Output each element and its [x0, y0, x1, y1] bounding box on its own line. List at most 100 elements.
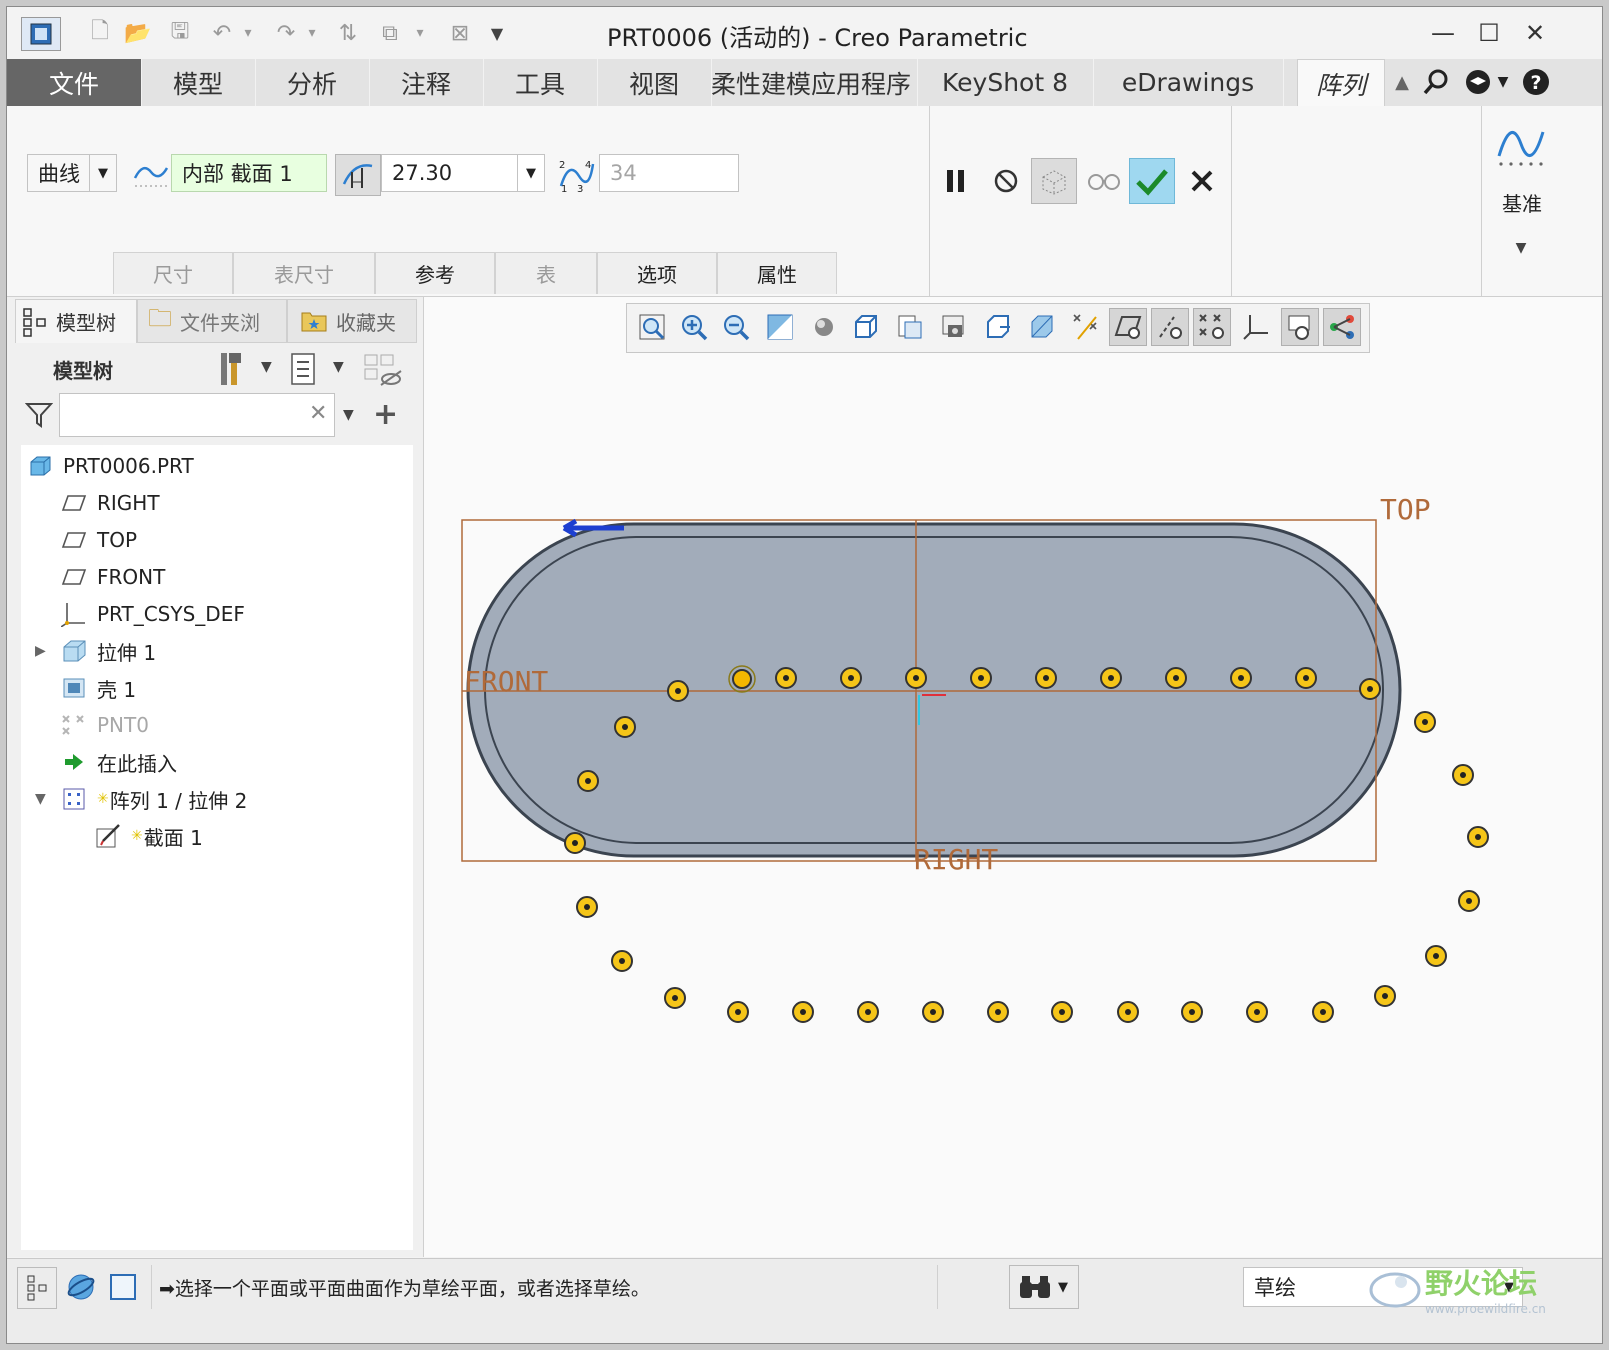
- menu-keyshot[interactable]: KeyShot 8: [917, 59, 1094, 106]
- open-file-icon[interactable]: 📂: [123, 17, 153, 49]
- tab-model-tree[interactable]: 模型树: [15, 299, 137, 343]
- pattern-type-dropdown[interactable]: 曲线 ▼: [27, 154, 117, 192]
- tab-favorites[interactable]: 收藏夹: [287, 299, 417, 343]
- search-icon[interactable]: [1419, 65, 1453, 99]
- undo-dropdown-icon[interactable]: ▾: [239, 17, 257, 49]
- no-preview-icon[interactable]: [983, 158, 1029, 204]
- menu-applications[interactable]: 应用程序: [811, 59, 918, 106]
- tree-node-pattern[interactable]: ▼ ✳ 阵列 1 / 拉伸 2: [35, 782, 247, 816]
- navigator-toggle-icon[interactable]: [17, 1267, 57, 1309]
- menu-flexible-modeling[interactable]: 柔性建模: [711, 59, 811, 106]
- annotation-display-icon[interactable]: [1281, 308, 1319, 346]
- datum-group-label[interactable]: 基准: [1497, 188, 1547, 217]
- section-view-icon[interactable]: [1023, 308, 1061, 346]
- spacing-mode-icon[interactable]: [335, 154, 381, 196]
- saved-orientations-icon[interactable]: [847, 308, 885, 346]
- tree-node-section[interactable]: ✳ 截面 1: [95, 819, 203, 853]
- save-icon[interactable]: 🖫: [165, 17, 195, 49]
- undo-icon[interactable]: ↶: [207, 17, 237, 49]
- fullscreen-toggle-icon[interactable]: [107, 1269, 139, 1305]
- spin-center-icon[interactable]: [979, 308, 1017, 346]
- search-dropdown-icon[interactable]: ▼: [343, 407, 354, 423]
- app-menu-icon[interactable]: [21, 17, 61, 51]
- menu-annotate[interactable]: 注释: [369, 59, 484, 106]
- tree-node-insert-here[interactable]: 在此插入: [61, 745, 177, 779]
- reference-section-field[interactable]: 内部 截面 1: [171, 154, 327, 192]
- point-display-icon[interactable]: [1193, 308, 1231, 346]
- view-manager-icon[interactable]: [891, 308, 929, 346]
- zoom-out-icon[interactable]: [717, 308, 755, 346]
- menu-file[interactable]: 文件: [7, 59, 142, 106]
- geometry-preview-icon[interactable]: [1031, 158, 1077, 204]
- show-dropdown-icon[interactable]: ▼: [333, 359, 344, 375]
- subtab-table-dimensions[interactable]: 表尺寸: [233, 252, 375, 294]
- pause-icon[interactable]: [933, 158, 979, 204]
- menu-model[interactable]: 模型: [141, 59, 256, 106]
- datum-curve-icon[interactable]: [1495, 120, 1547, 168]
- redo-dropdown-icon[interactable]: ▾: [303, 17, 321, 49]
- subtab-table[interactable]: 表: [495, 252, 597, 294]
- curve-reference-icon[interactable]: [133, 158, 169, 190]
- selection-filter-icon[interactable]: [1323, 308, 1361, 346]
- menu-edrawings[interactable]: eDrawings: [1093, 59, 1284, 106]
- collapse-ribbon-icon[interactable]: ▲: [1385, 65, 1419, 99]
- ok-check-icon[interactable]: [1129, 158, 1175, 204]
- subtab-references[interactable]: 参考: [375, 252, 495, 294]
- clear-search-icon[interactable]: ✕: [309, 401, 327, 426]
- browser-toggle-icon[interactable]: [63, 1269, 99, 1305]
- spacing-input[interactable]: 27.30 ▼: [381, 154, 545, 192]
- settings-dropdown-icon[interactable]: ▼: [261, 359, 272, 375]
- tree-node-shell[interactable]: 壳 1: [61, 671, 136, 705]
- tree-node-point[interactable]: PNT0: [61, 708, 149, 742]
- learning-connector-icon[interactable]: [1461, 65, 1495, 99]
- learning-dropdown-icon[interactable]: ▼: [1493, 65, 1513, 99]
- plane-display-icon[interactable]: [1109, 308, 1147, 346]
- new-file-icon[interactable]: 🗋: [85, 17, 115, 49]
- csys-display-icon[interactable]: [1237, 308, 1275, 346]
- show-options-icon[interactable]: [289, 351, 319, 387]
- datum-dropdown-icon[interactable]: ▼: [1511, 240, 1531, 256]
- filter-icon[interactable]: [24, 401, 54, 429]
- menu-pattern[interactable]: 阵列: [1297, 59, 1385, 108]
- windows-dropdown-icon[interactable]: ▾: [411, 17, 429, 49]
- cancel-x-icon[interactable]: [1179, 158, 1225, 204]
- subtab-dimensions[interactable]: 尺寸: [113, 252, 233, 294]
- subtab-options[interactable]: 选项: [597, 252, 717, 294]
- graphics-window[interactable]: TOP FRONT RIGHT: [424, 297, 1602, 1257]
- member-count-input[interactable]: 34: [599, 154, 739, 192]
- close-window-icon[interactable]: ⊠: [445, 17, 475, 49]
- help-icon[interactable]: ?: [1519, 65, 1553, 99]
- menu-tools[interactable]: 工具: [483, 59, 598, 106]
- tree-node-part[interactable]: PRT0006.PRT: [27, 449, 194, 483]
- tree-node-extrude[interactable]: ▶ 拉伸 1: [35, 634, 156, 668]
- regenerate-icon[interactable]: ⇅: [333, 17, 363, 49]
- tree-node-front[interactable]: FRONT: [61, 560, 165, 594]
- repaint-icon[interactable]: [761, 308, 799, 346]
- collapse-arrow-icon[interactable]: ▼: [35, 791, 53, 807]
- tab-folder-browser[interactable]: 🗀 文件夹浏: [137, 299, 287, 343]
- tree-node-top[interactable]: TOP: [61, 523, 137, 557]
- refit-icon[interactable]: [633, 308, 671, 346]
- windows-icon[interactable]: ⧉: [375, 17, 405, 49]
- tree-settings-icon[interactable]: [217, 349, 251, 389]
- subtab-properties[interactable]: 属性: [717, 252, 837, 294]
- minimize-button[interactable]: —: [1425, 15, 1461, 51]
- perspective-icon[interactable]: [935, 308, 973, 346]
- redo-icon[interactable]: ↷: [271, 17, 301, 49]
- expand-arrow-icon[interactable]: ▶: [35, 643, 53, 659]
- axis-display-icon[interactable]: [1151, 308, 1189, 346]
- verify-glasses-icon[interactable]: [1081, 158, 1127, 204]
- zoom-in-icon[interactable]: [675, 308, 713, 346]
- datum-display-icon[interactable]: [1067, 308, 1105, 346]
- maximize-button[interactable]: ☐: [1471, 15, 1507, 51]
- tree-node-csys[interactable]: PRT_CSYS_DEF: [61, 597, 245, 631]
- customize-toolbar-icon[interactable]: ▼: [485, 17, 509, 49]
- close-button[interactable]: ✕: [1517, 15, 1553, 51]
- tree-search-input[interactable]: [59, 393, 335, 437]
- display-style-icon[interactable]: [805, 308, 843, 346]
- menu-view[interactable]: 视图: [597, 59, 712, 106]
- tree-node-right[interactable]: RIGHT: [61, 486, 160, 520]
- hidden-items-icon[interactable]: [363, 351, 403, 389]
- find-button[interactable]: ▼: [1009, 1265, 1079, 1309]
- add-filter-icon[interactable]: +: [373, 397, 398, 432]
